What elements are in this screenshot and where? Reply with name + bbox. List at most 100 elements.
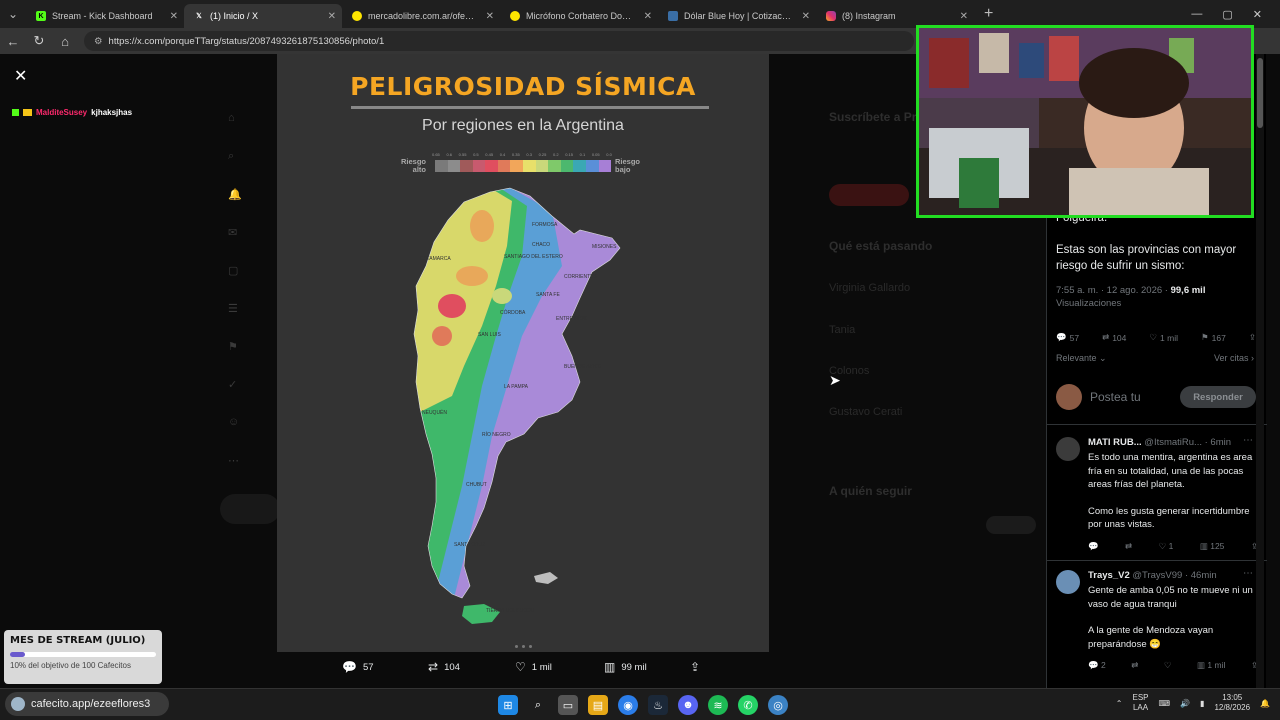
scale-tick: 0.4 <box>499 152 506 157</box>
title-divider <box>351 106 709 109</box>
bookmark-stat[interactable]: ⚑ 167 <box>1201 332 1226 343</box>
reply-stat[interactable]: 💬 2 <box>1088 660 1106 671</box>
minimize-icon[interactable]: — <box>1191 8 1202 20</box>
chevron-right-icon: › <box>1251 353 1254 363</box>
province-label: ENTRE RÍOS <box>556 315 587 322</box>
bg-trend-2: Tania <box>829 324 856 336</box>
repost-icon[interactable]: ⇄ <box>1125 541 1132 552</box>
scrollbar[interactable] <box>1256 54 1264 688</box>
scale-swatch <box>560 160 574 172</box>
views-stat[interactable]: ▥ 125 <box>1200 541 1225 552</box>
reply-item[interactable]: Trays_V2 @TraysV99 · 46min ⋯ Gente de am… <box>1047 568 1267 671</box>
volume-icon[interactable]: 🔊 <box>1180 699 1190 708</box>
language-indicator[interactable]: ESP LAA <box>1133 693 1149 713</box>
like-stat[interactable]: ♡ 1 mil <box>1149 332 1178 343</box>
scale-tick: 0.05 <box>591 152 600 157</box>
home-icon[interactable]: ⌂ <box>52 34 78 49</box>
heart-icon: ♡ <box>515 660 526 674</box>
bg-trend-1: Virginia Gallardo <box>829 282 911 294</box>
browser-tab-bar: ⌄ K Stream - Kick Dashboard ✕ 𝕏 (1) Inic… <box>0 0 1280 28</box>
reply-item[interactable]: MATI RUB... @ItsmatiRu... · 6min ⋯ Es to… <box>1047 435 1267 557</box>
back-icon[interactable]: ← <box>0 34 26 49</box>
reply-text: A la gente de Mendoza vayan preparándose… <box>1088 625 1214 650</box>
repost-stat[interactable]: ⇄ 104 <box>1102 332 1126 343</box>
scale-tick: 0.5 <box>473 152 479 157</box>
close-tab-icon[interactable]: ✕ <box>486 11 494 22</box>
site-info-icon[interactable]: ⚙ <box>94 36 103 47</box>
new-tab-icon[interactable]: + <box>984 5 993 23</box>
more-icon[interactable]: ⋯ <box>1243 568 1253 579</box>
battery-icon[interactable]: ▮ <box>1200 699 1204 708</box>
scale-swatch <box>585 160 599 172</box>
windows-start-icon[interactable]: ⊞ <box>498 695 518 715</box>
tab-dolar-blue[interactable]: Dólar Blue Hoy | Cotización Dólar... ✕ <box>658 4 816 28</box>
like-stat[interactable]: ♡ 1 <box>1159 541 1174 552</box>
repost-icon[interactable]: ⇄ <box>1131 660 1138 671</box>
close-tab-icon[interactable]: ✕ <box>960 11 968 22</box>
tab-x-inicio[interactable]: 𝕏 (1) Inicio / X ✕ <box>184 4 342 28</box>
tab-mercadolibre-ofertas[interactable]: mercadolibre.com.ar/ofertas?cont... ✕ <box>342 4 500 28</box>
clock[interactable]: 13:05 12/8/2026 <box>1214 693 1250 713</box>
province-label: SANTIAGO DEL ESTERO <box>504 254 563 260</box>
reply-stat[interactable]: 💬 57 <box>1056 332 1079 343</box>
scale-tick: 0.55 <box>458 152 467 157</box>
bg-mail-icon: ✉ <box>228 227 238 239</box>
close-tab-icon[interactable]: ✕ <box>644 11 652 22</box>
kick-badge-icon <box>12 109 19 116</box>
tab-microfono[interactable]: Micrófono Corbatero Doble Terral... ✕ <box>500 4 658 28</box>
scale-tick: 0.45 <box>485 152 494 157</box>
reply-action[interactable]: 💬 57 <box>342 660 374 674</box>
province-label: FORMOSA <box>532 222 558 228</box>
close-viewer-icon[interactable]: ✕ <box>14 66 27 86</box>
bg-bookmark-icon: ⚑ <box>228 341 238 353</box>
system-tray: ⌃ ESP LAA ⌨ 🔊 ▮ 13:05 12/8/2026 🔔 <box>1116 693 1270 713</box>
more-icon[interactable]: ⋯ <box>1243 435 1253 446</box>
tab-kick-dashboard[interactable]: K Stream - Kick Dashboard ✕ <box>26 4 184 28</box>
scale-swatch <box>497 160 511 172</box>
close-tab-icon[interactable]: ✕ <box>170 11 178 22</box>
close-tab-icon[interactable]: ✕ <box>328 11 336 22</box>
reply-composer: Postea tu Responder <box>1056 384 1256 410</box>
chrome-icon[interactable]: ◉ <box>618 695 638 715</box>
tab-search-button[interactable]: ⌄ <box>0 0 26 28</box>
chart-icon: ▥ <box>1197 660 1206 670</box>
reply-icon[interactable]: 💬 <box>1088 541 1099 552</box>
maximize-icon[interactable]: ▢ <box>1222 8 1232 21</box>
app-icon[interactable]: ◎ <box>768 695 788 715</box>
sort-relevant-dropdown[interactable]: Relevante ⌄ <box>1056 353 1107 364</box>
reply-text: Gente de amba 0,05 no te mueve ni un vas… <box>1088 585 1253 610</box>
close-tab-icon[interactable]: ✕ <box>802 11 810 22</box>
see-quotes-link[interactable]: Ver citas › <box>1214 353 1254 363</box>
views-action[interactable]: ▥ 99 mil <box>604 660 647 674</box>
close-window-icon[interactable]: ✕ <box>1253 8 1262 21</box>
heart-icon[interactable]: ♡ <box>1164 660 1172 671</box>
task-view-icon[interactable]: ▭ <box>558 695 578 715</box>
reply-button[interactable]: Responder <box>1180 386 1256 408</box>
tweet-photo[interactable]: PELIGROSIDAD SÍSMICA Por regiones en la … <box>277 54 769 652</box>
like-action[interactable]: ♡ 1 mil <box>515 660 552 674</box>
spotify-icon[interactable]: ≋ <box>708 695 728 715</box>
bg-subscribe-button <box>829 184 909 206</box>
whatsapp-icon[interactable]: ✆ <box>738 695 758 715</box>
scale-tick: 0.2 <box>553 152 559 157</box>
url-field[interactable]: ⚙ https://x.com/porqueTTarg/status/20874… <box>84 31 914 51</box>
bg-search-icon: ⌕ <box>228 150 235 162</box>
views-stat[interactable]: ▥ 1 mil <box>1197 660 1225 671</box>
reload-icon[interactable]: ↻ <box>26 33 52 49</box>
repost-action[interactable]: ⇄ 104 <box>428 660 460 674</box>
share-action[interactable]: ⇪ <box>690 660 700 674</box>
chevron-up-icon[interactable]: ⌃ <box>1116 699 1123 708</box>
scale-swatch <box>510 160 524 172</box>
search-icon[interactable]: ⌕ <box>528 695 548 715</box>
notification-icon[interactable]: 🔔 <box>1260 699 1270 708</box>
reply-input[interactable]: Postea tu <box>1090 390 1180 404</box>
scale-swatch <box>460 160 473 172</box>
file-explorer-icon[interactable]: ▤ <box>588 695 608 715</box>
steam-icon[interactable]: ♨ <box>648 695 668 715</box>
province-label: SANTA CRUZ <box>454 542 485 548</box>
network-icon[interactable]: ⌨ <box>1159 699 1171 708</box>
share-stat[interactable]: ⇪ <box>1249 332 1256 343</box>
discord-icon[interactable]: ☻ <box>678 695 698 715</box>
scale-tick: 0.15 <box>565 152 573 157</box>
bg-home-icon: ⌂ <box>228 112 235 124</box>
